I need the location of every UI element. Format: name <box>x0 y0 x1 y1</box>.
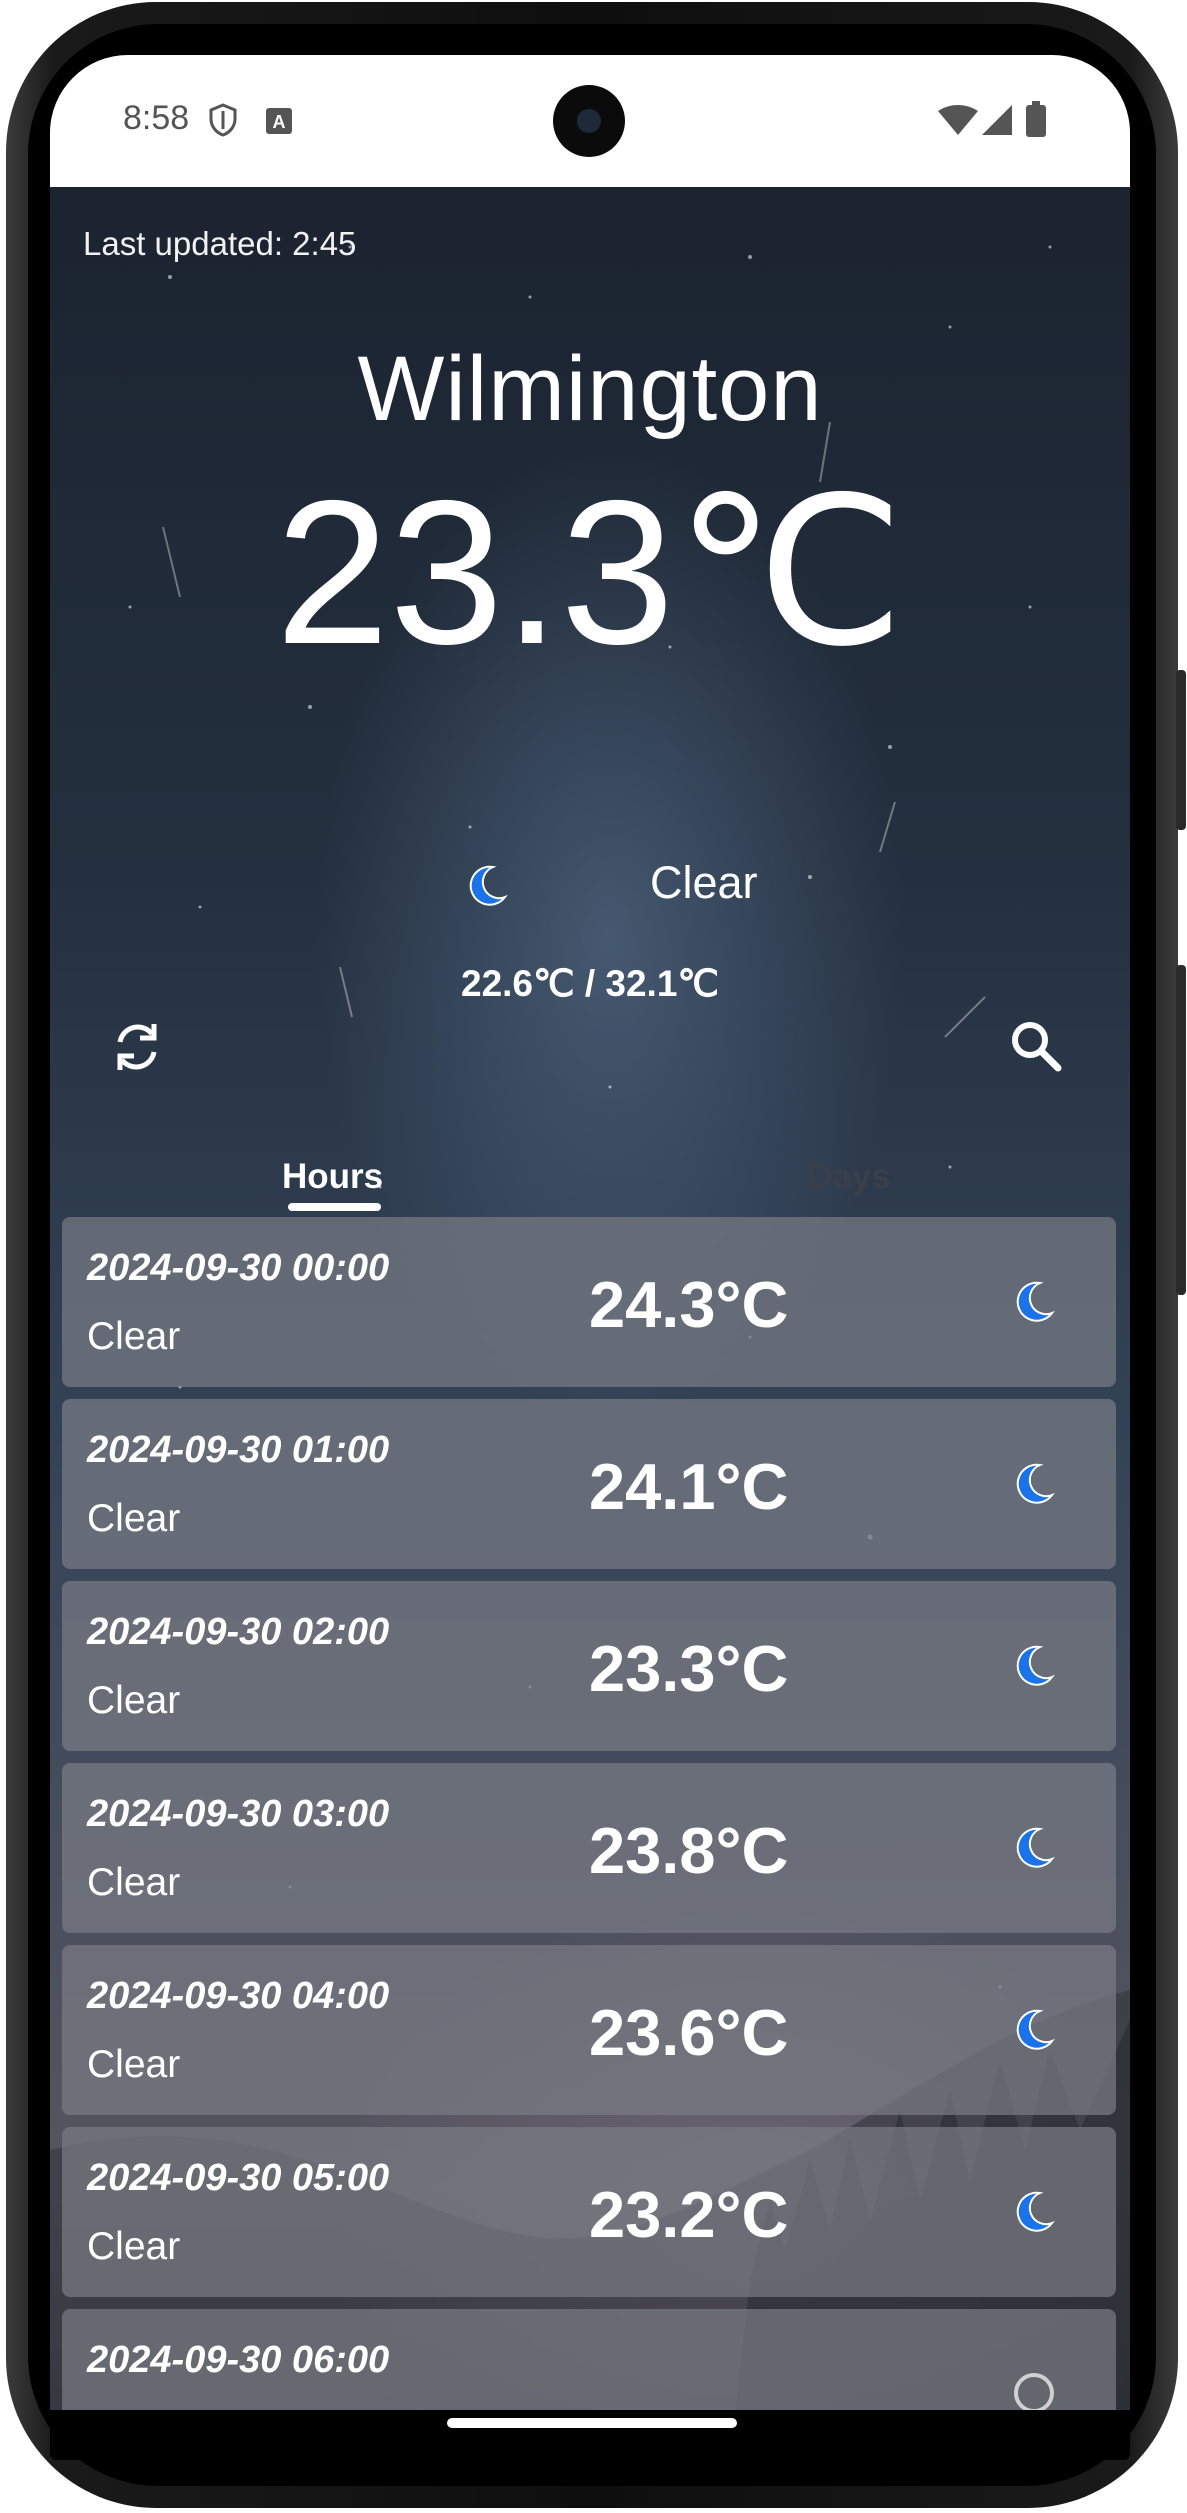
weather-app: Last updated: 2:45 Wilmington 23.3℃ Clea… <box>50 187 1130 2460</box>
tab-bar: Hours Days <box>50 1135 1130 1215</box>
crescent-moon-icon <box>1012 1279 1056 1323</box>
refresh-button[interactable] <box>102 1012 172 1082</box>
hour-condition: Clear <box>87 1861 181 1904</box>
status-time: 8:58 <box>123 99 190 137</box>
front-camera <box>553 85 625 157</box>
crescent-moon-icon <box>1012 1643 1056 1687</box>
list-item[interactable]: 2024-09-30 00:00 Clear 24.3°C <box>62 1217 1116 1387</box>
hour-condition: Clear <box>87 1315 181 1358</box>
list-item[interactable]: 2024-09-30 03:00 Clear 23.8°C <box>62 1763 1116 1933</box>
crescent-moon-icon <box>1012 2189 1056 2233</box>
font-a-icon: A <box>265 107 293 140</box>
tab-indicator <box>288 1203 381 1211</box>
current-temperature: 23.3℃ <box>275 458 905 687</box>
hour-datetime: 2024-09-30 00:00 <box>87 1247 390 1289</box>
hour-temperature: 23.3°C <box>589 1632 789 1705</box>
cellular-icon <box>982 105 1012 140</box>
list-item[interactable]: 2024-09-30 01:00 Clear 24.1°C <box>62 1399 1116 1569</box>
hour-condition: Clear <box>87 1497 181 1540</box>
battery-icon <box>1026 101 1046 142</box>
hour-datetime: 2024-09-30 06:00 <box>87 2339 390 2381</box>
hour-temperature: 24.1°C <box>589 1450 789 1523</box>
current-condition: Clear <box>650 857 758 908</box>
refresh-icon <box>117 1024 157 1070</box>
last-updated-label: Last updated: 2:45 <box>83 225 357 262</box>
hour-datetime: 2024-09-30 02:00 <box>87 1611 390 1653</box>
hour-temperature: 23.6°C <box>589 1996 789 2069</box>
hour-temperature: 23.8°C <box>589 1814 789 1887</box>
hour-condition: Clear <box>87 2043 181 2086</box>
home-gesture-handle[interactable] <box>447 2418 737 2428</box>
volume-button <box>1176 965 1186 1295</box>
search-icon <box>1012 1022 1062 1072</box>
hour-datetime: 2024-09-30 04:00 <box>87 1975 390 2017</box>
status-bar: 8:58 A <box>50 55 1130 187</box>
city-name: Wilmington <box>357 338 823 440</box>
hour-datetime: 2024-09-30 05:00 <box>87 2157 390 2199</box>
partly-visible-icon <box>1012 2371 1056 2415</box>
list-item[interactable]: 2024-09-30 04:00 Clear 23.6°C <box>62 1945 1116 2115</box>
tab-hours[interactable]: Hours <box>282 1157 383 1197</box>
screen: 8:58 A Last updated: 2:45 Wilmington 23.… <box>50 55 1130 2460</box>
crescent-moon-icon <box>465 863 509 907</box>
power-button <box>1176 670 1186 830</box>
list-item[interactable]: 2024-09-30 05:00 Clear 23.2°C <box>62 2127 1116 2297</box>
hour-temperature: 23.2°C <box>589 2178 789 2251</box>
svg-text:A: A <box>273 112 286 132</box>
hourly-forecast-list[interactable]: 2024-09-30 00:00 Clear 24.3°C 2024-09-30… <box>62 1217 1116 2442</box>
hour-datetime: 2024-09-30 01:00 <box>87 1429 390 1471</box>
wifi-icon <box>938 105 978 140</box>
crescent-moon-icon <box>1012 2007 1056 2051</box>
crescent-moon-icon <box>1012 1461 1056 1505</box>
min-max-temperature: 22.6℃ / 32.1℃ <box>461 963 719 1004</box>
tab-days[interactable]: Days <box>807 1157 891 1197</box>
hour-condition: Clear <box>87 1679 181 1722</box>
list-item[interactable]: 2024-09-30 02:00 Clear 23.3°C <box>62 1581 1116 1751</box>
crescent-moon-icon <box>1012 1825 1056 1869</box>
shield-icon <box>208 103 238 142</box>
phone-frame: 8:58 A Last updated: 2:45 Wilmington 23.… <box>0 0 1187 2513</box>
search-button[interactable] <box>1002 1012 1072 1082</box>
hour-condition: Clear <box>87 2225 181 2268</box>
hour-datetime: 2024-09-30 03:00 <box>87 1793 390 1835</box>
hour-temperature: 24.3°C <box>589 1268 789 1341</box>
